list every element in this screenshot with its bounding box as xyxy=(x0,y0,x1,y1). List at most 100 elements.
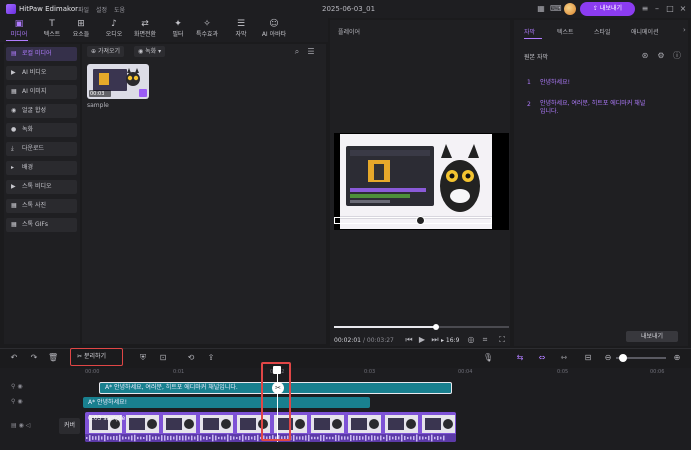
chevron-down-icon: ▾ xyxy=(156,48,162,55)
keyboard-icon[interactable]: ⌨ xyxy=(550,4,562,14)
audio-waveform-bar xyxy=(140,436,142,440)
sidebar-item-label: 로컬 미디어 xyxy=(22,50,52,57)
record-dropdown[interactable]: ◉ 녹화 ▾ xyxy=(134,46,166,57)
tab-text[interactable]: T 텍스트 xyxy=(37,19,67,41)
track-controls[interactable]: ▤ ◉ ◁ xyxy=(11,422,30,429)
text-track-icon: ⚲ xyxy=(11,398,16,405)
sidebar-item[interactable]: ▦ 스톡 GIFs xyxy=(6,218,77,232)
tab-elements[interactable]: ⊞ 요소들 xyxy=(66,19,96,41)
redo-icon[interactable]: ↷ xyxy=(29,353,39,363)
sidebar-item[interactable]: ● 녹화 xyxy=(6,123,77,137)
play-icon[interactable]: ▶ xyxy=(417,335,427,345)
tab-effects[interactable]: ✧ 특수효과 xyxy=(192,19,222,41)
transition-icon: ⇄ xyxy=(141,19,149,29)
aspect-ratio-select[interactable]: ▸ 16:9 xyxy=(441,337,459,344)
subtitle-clip[interactable]: A* 안녕하세요! xyxy=(83,397,370,408)
sidebar-item[interactable]: ▦ AI 이미지 xyxy=(6,85,77,99)
prev-frame-icon[interactable]: ⏮ xyxy=(404,335,414,345)
right-tab[interactable]: 애니메이션 xyxy=(631,27,659,36)
menu-help[interactable]: 도움 xyxy=(114,5,125,14)
tab-transition[interactable]: ⇄ 화면전환 xyxy=(130,19,160,41)
subtitle-text[interactable]: 안녕하세요, 여러분, 히트포 에디마커 채널입니다. xyxy=(540,100,648,116)
selection-box[interactable] xyxy=(334,217,492,224)
chevron-right-icon[interactable]: › xyxy=(683,26,686,34)
right-tab[interactable]: 스타일 xyxy=(594,27,611,36)
sidebar-item[interactable]: ▶ 스톡 비디오 xyxy=(6,180,77,194)
sidebar-item[interactable]: ⤓ 다운로드 xyxy=(6,142,77,156)
zoom-out-icon[interactable]: ⊖ xyxy=(603,353,613,363)
reverse-icon[interactable]: ⟲ xyxy=(186,353,196,363)
audio-waveform-bar xyxy=(128,436,130,440)
tab-avatar-ai[interactable]: ☺ AI 아바타 xyxy=(256,19,292,41)
menu-settings[interactable]: 설정 xyxy=(96,5,107,14)
audio-waveform-bar xyxy=(173,436,175,440)
export-frame-icon[interactable]: ⇪ xyxy=(206,353,216,363)
tool-label: 필터 xyxy=(172,31,184,38)
audio-waveform-bar xyxy=(218,436,220,440)
filmstrip-frame-cat xyxy=(295,419,305,429)
playhead-highlight xyxy=(261,362,291,441)
subtitle-export-button[interactable]: 내보내기 xyxy=(626,331,678,342)
sidebar-item[interactable]: ▤ 로컬 미디어 xyxy=(6,47,77,61)
audio-waveform-bar xyxy=(383,436,385,440)
menu-icon[interactable]: ≡ xyxy=(640,4,650,14)
microphone-icon[interactable]: 🎙 xyxy=(483,353,493,363)
crop-icon[interactable]: ⌗ xyxy=(480,335,490,345)
sidebar-item[interactable]: ▶ AI 비디오 xyxy=(6,66,77,80)
close-icon[interactable]: × xyxy=(678,4,688,14)
user-avatar[interactable] xyxy=(564,3,576,15)
split-button[interactable]: ✂ 분리하기 xyxy=(70,348,123,366)
snapshot-icon[interactable]: ◎ xyxy=(466,335,476,345)
zoom-slider-knob[interactable] xyxy=(619,354,627,362)
sidebar-item-icon: ▸ xyxy=(11,164,15,171)
track-controls[interactable]: ⚲ ◉ xyxy=(11,398,23,405)
maximize-icon[interactable]: □ xyxy=(665,4,675,14)
fullscreen-icon[interactable]: ⛶ xyxy=(497,335,507,345)
tab-media[interactable]: ▣ 미디어 xyxy=(4,19,34,41)
grid-icon[interactable]: ▦ xyxy=(536,4,546,14)
magnet-icon[interactable]: ⇔ xyxy=(537,353,547,363)
audio-waveform-bar xyxy=(212,434,214,442)
sidebar-item-icon: ◉ xyxy=(11,107,17,114)
zoom-in-icon[interactable]: ⊕ xyxy=(672,353,682,363)
subtitle-text[interactable]: 안녕하세요! xyxy=(540,79,680,87)
audio-waveform-bar xyxy=(404,435,406,441)
settings-icon[interactable]: ⚙ xyxy=(656,51,666,61)
track-controls[interactable]: ⚲ ◉ xyxy=(11,383,23,390)
app-logo-icon xyxy=(6,4,16,14)
progress-knob[interactable] xyxy=(432,324,439,330)
progress-track[interactable] xyxy=(334,326,509,328)
filmstrip-frame-content xyxy=(314,418,330,430)
tab-audio[interactable]: ♪ 오디오 xyxy=(99,19,129,41)
rotate-handle-icon[interactable] xyxy=(416,216,425,225)
text-box-icon[interactable]: ⊡ xyxy=(158,353,168,363)
fit-icon[interactable]: ⇿ xyxy=(559,353,569,363)
eye-icon: ◉ xyxy=(17,398,23,405)
tab-subtitle[interactable]: ☰ 자막 xyxy=(226,19,256,41)
list-view-icon[interactable]: ☰ xyxy=(306,47,316,57)
info-icon[interactable]: ⓘ xyxy=(672,51,682,61)
right-tab[interactable]: 텍스트 xyxy=(557,27,574,36)
undo-icon[interactable]: ↶ xyxy=(9,353,19,363)
sidebar-item[interactable]: ▦ 스톡 사진 xyxy=(6,199,77,213)
audio-waveform-bar xyxy=(374,435,376,441)
player-video-frame[interactable] xyxy=(340,134,492,229)
tool-label: 요소들 xyxy=(72,31,90,38)
translate-icon[interactable]: ⊛ xyxy=(640,51,650,61)
export-button[interactable]: ⇪ 내보내기 xyxy=(580,2,635,16)
menu-file[interactable]: 파일 xyxy=(78,5,89,14)
layers-icon[interactable]: ⊟ xyxy=(583,353,593,363)
tab-filter[interactable]: ✦ 필터 xyxy=(163,19,193,41)
search-icon[interactable]: ⌕ xyxy=(292,47,302,57)
next-frame-icon[interactable]: ⏭ xyxy=(430,335,440,345)
sidebar-item[interactable]: ▸ 배경 xyxy=(6,161,77,175)
audio-waveform-bar xyxy=(326,436,328,440)
shield-icon[interactable]: ⛨ xyxy=(138,353,148,363)
sidebar-item[interactable]: ◉ 얼굴 합성 xyxy=(6,104,77,118)
delete-icon[interactable]: 🗑 xyxy=(48,353,58,363)
right-tab[interactable]: 자막 xyxy=(524,27,535,36)
link-icon[interactable]: ⇆ xyxy=(515,353,525,363)
minimize-icon[interactable]: – xyxy=(652,4,662,14)
cover-button[interactable]: 커버 xyxy=(59,418,80,434)
import-button[interactable]: ⊕ 가져오기 xyxy=(87,46,125,57)
